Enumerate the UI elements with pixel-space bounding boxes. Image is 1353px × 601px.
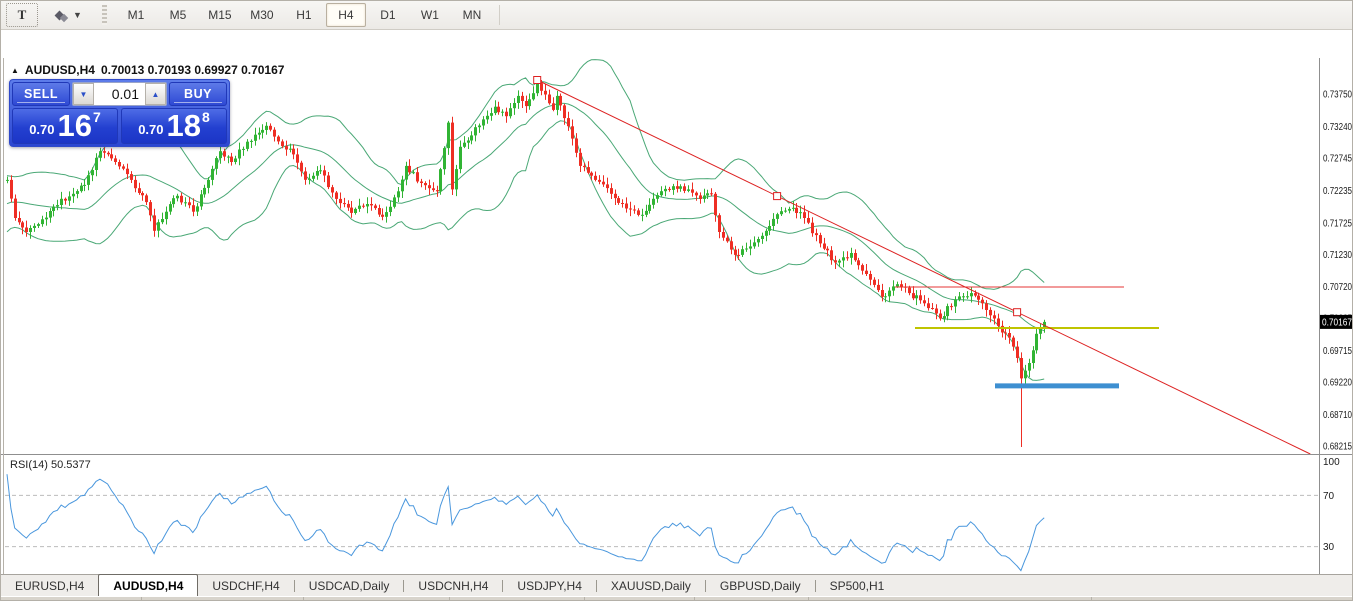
volume-input[interactable] [94, 83, 145, 105]
trendline-handle[interactable] [774, 193, 781, 200]
sell-pips: 16 [58, 111, 92, 141]
timeframe-button-m15[interactable]: M15 [200, 3, 240, 27]
timeframe-button-h1[interactable]: H1 [284, 3, 324, 27]
price-axis-label: 0.71230 [1323, 250, 1352, 261]
rsi-axis-label: 30 [1323, 542, 1335, 553]
price-axis-label: 0.71725 [1323, 218, 1352, 229]
rsi-indicator-label: RSI(14) 50.5377 [10, 459, 91, 471]
chart-tab-eurusd-h4[interactable]: EURUSD,H4 [1, 575, 98, 597]
rsi-line [7, 474, 1044, 570]
chart-tab-usdjpy-h4[interactable]: USDJPY,H4 [503, 575, 595, 597]
price-axis[interactable]: 0.73750 0.73240 0.72745 0.72235 0.71725 0.712… [1320, 90, 1353, 453]
price-axis-label: 0.68215 [1323, 442, 1352, 453]
buy-big-figure: 0.70 [138, 122, 163, 137]
price-axis-label: 0.70720 [1323, 282, 1352, 293]
current-price-value: 0.70167 [1322, 317, 1352, 328]
chart-tab-audusd-h4[interactable]: AUDUSD,H4 [98, 574, 198, 597]
drawn-objects[interactable] [534, 77, 1311, 455]
price-axis-label: 0.73750 [1323, 90, 1352, 101]
chart-tab-usdchf-h4[interactable]: USDCHF,H4 [198, 575, 293, 597]
buy-pips: 18 [167, 111, 201, 141]
timeframe-button-m30[interactable]: M30 [242, 3, 282, 27]
volume-stepper: ▼ ▲ [72, 82, 167, 106]
chart-title: ▲ AUDUSD,H4 0.70013 0.70193 0.69927 0.70… [11, 63, 284, 77]
timeframe-button-h4[interactable]: H4 [326, 3, 366, 27]
chart-tab-usdcad-daily[interactable]: USDCAD,Daily [295, 575, 404, 597]
chart-tab-usdcnh-h4[interactable]: USDCNH,H4 [404, 575, 502, 597]
sell-button[interactable]: SELL [12, 82, 70, 106]
symbol-marker-icon: ▲ [11, 66, 19, 75]
line-studies-button[interactable]: ▼ [49, 3, 89, 27]
volume-increase-button[interactable]: ▲ [145, 83, 166, 105]
rsi-axis-label: 70 [1323, 491, 1335, 502]
price-axis-label: 0.69220 [1323, 378, 1352, 389]
trendline-handle[interactable] [534, 77, 541, 84]
trendline-handle[interactable] [1014, 309, 1021, 316]
timeframe-bar: M1M5M15M30H1H4D1W1MN [115, 3, 493, 27]
mt4-terminal: T ▼ M1M5M15M30H1H4D1W1MN ▲ AUDUSD,H4 0.7… [0, 0, 1353, 601]
sell-price-button[interactable]: 0.70 16 7 [12, 108, 118, 144]
toolbar-grip [102, 5, 107, 25]
rsi-panel[interactable] [5, 474, 1318, 570]
chart-tab-xauusd-daily[interactable]: XAUUSD,Daily [597, 575, 705, 597]
buy-price-button[interactable]: 0.70 18 8 [121, 108, 227, 144]
price-axis-label: 0.73240 [1323, 122, 1352, 133]
price-axis-label: 0.69715 [1323, 346, 1352, 357]
price-axis-label: 0.72235 [1323, 186, 1352, 197]
ohlc-values: 0.70013 0.70193 0.69927 0.70167 [101, 63, 285, 77]
rsi-axis[interactable]: 10070300 [1323, 457, 1340, 586]
status-strip [1, 596, 1353, 601]
timeframe-button-w1[interactable]: W1 [410, 3, 450, 27]
rsi-axis-label: 100 [1323, 457, 1340, 468]
price-axis-label: 0.68710 [1323, 410, 1352, 421]
price-axis-label: 0.72745 [1323, 153, 1352, 164]
one-click-trade-panel: SELL ▼ ▲ BUY 0.70 16 7 0.70 18 8 [9, 79, 230, 147]
chart-tab-sp500-h1[interactable]: SP500,H1 [816, 575, 899, 597]
bollinger-lower [7, 121, 1044, 381]
timeframe-button-mn[interactable]: MN [452, 3, 492, 27]
symbol-label: AUDUSD,H4 [25, 63, 95, 77]
chart-tab-bar: EURUSD,H4AUDUSD,H4USDCHF,H4USDCAD,DailyU… [1, 574, 1353, 597]
buy-button[interactable]: BUY [169, 82, 227, 106]
timeframe-button-m1[interactable]: M1 [116, 3, 156, 27]
timeframe-button-d1[interactable]: D1 [368, 3, 408, 27]
timeframe-button-m5[interactable]: M5 [158, 3, 198, 27]
sell-pipette: 7 [93, 109, 101, 125]
chart-toolbar: T ▼ M1M5M15M30H1H4D1W1MN [1, 1, 1353, 30]
chart-tab-gbpusd-daily[interactable]: GBPUSD,Daily [706, 575, 815, 597]
descending-trendline[interactable] [537, 80, 1310, 454]
volume-decrease-button[interactable]: ▼ [73, 83, 94, 105]
buy-pipette: 8 [202, 109, 210, 125]
chart-window: ▲ AUDUSD,H4 0.70013 0.70193 0.69927 0.70… [1, 29, 1353, 574]
diamond-icon [60, 14, 68, 22]
chevron-down-icon: ▼ [73, 10, 82, 20]
sell-big-figure: 0.70 [29, 122, 54, 137]
text-tool-button[interactable]: T [6, 3, 38, 27]
toolbar-separator [499, 5, 500, 25]
